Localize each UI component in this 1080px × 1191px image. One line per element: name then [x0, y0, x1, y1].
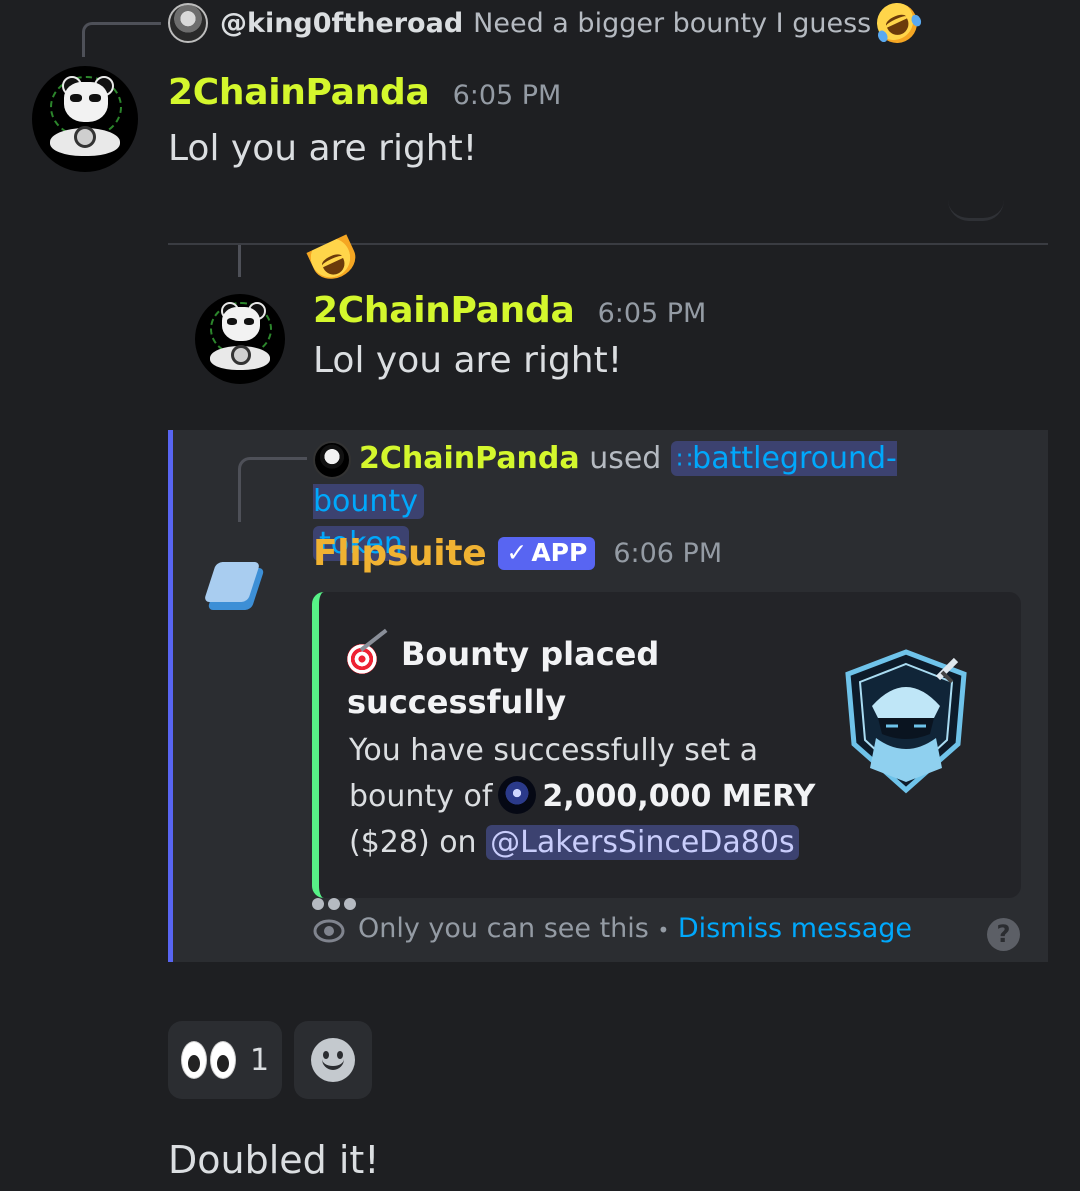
dismiss-message-link[interactable]: Dismiss message	[678, 913, 912, 944]
embed-title: Bounty placed successfully	[347, 628, 787, 726]
message-text: Lol you are right!	[168, 128, 478, 169]
reaction-count: 1	[249, 1042, 270, 1078]
bounty-amount: 2,000,000 MERY	[542, 779, 816, 814]
eyes-icon	[180, 1041, 236, 1079]
verified-check-icon: ✓	[506, 538, 528, 567]
message-divider	[168, 243, 1048, 245]
reaction-eyes[interactable]: 1	[168, 1021, 282, 1099]
avatar[interactable]	[32, 66, 138, 172]
separator: •	[657, 918, 670, 942]
help-icon[interactable]: ?	[987, 918, 1020, 951]
username[interactable]: 2ChainPanda	[313, 290, 575, 331]
avatar[interactable]	[195, 294, 285, 384]
command-icon: ∷	[676, 446, 693, 474]
embed-title-line2: successfully	[347, 683, 567, 721]
interaction-spine	[238, 457, 307, 522]
interaction-username[interactable]: 2ChainPanda	[359, 441, 580, 476]
bounty-price: ($28) on	[349, 825, 477, 860]
more-dots-icon[interactable]	[312, 898, 356, 910]
username[interactable]: 2ChainPanda	[168, 72, 430, 113]
only-you-text: Only you can see this	[358, 913, 649, 944]
bot-header: Flipsuite ✓ APP 6:06 PM	[313, 533, 722, 574]
rofl-emoji-icon	[870, 0, 924, 50]
timestamp: 6:06 PM	[613, 538, 723, 569]
reply-spine	[82, 22, 161, 57]
used-label: used	[589, 441, 662, 476]
add-reaction-button[interactable]	[294, 1021, 372, 1099]
dart-icon	[347, 628, 391, 674]
message-header: 2ChainPanda 6:05 PM	[168, 72, 561, 113]
reply-username[interactable]: @king0ftheroad	[220, 8, 463, 39]
reply-text: Need a bigger bounty I guess	[473, 7, 872, 39]
add-reaction-icon	[311, 1038, 355, 1082]
flipsuite-avatar[interactable]	[203, 560, 272, 612]
message-text: Doubled it!	[168, 1138, 380, 1182]
message-header: 2ChainPanda 6:05 PM	[313, 290, 706, 331]
interaction-avatar[interactable]	[313, 440, 351, 479]
reply-reference[interactable]: @king0ftheroad Need a bigger bounty I gu…	[168, 0, 924, 50]
eye-icon	[313, 919, 345, 943]
app-badge: ✓ APP	[498, 537, 596, 570]
message-text: Lol you are right!	[313, 340, 623, 381]
ephemeral-note: Only you can see this • Dismiss message	[358, 913, 912, 944]
timestamp: 6:05 PM	[597, 298, 707, 329]
embed-bounty-of: bounty of	[349, 779, 493, 814]
scroll-shadow	[948, 200, 1004, 221]
app-badge-label: APP	[531, 538, 588, 567]
mery-coin-icon	[498, 775, 537, 814]
reply-avatar[interactable]	[168, 3, 208, 43]
embed-description: You have successfully set a bounty of 2,0…	[349, 728, 819, 866]
timestamp: 6:05 PM	[452, 80, 562, 111]
bot-username[interactable]: Flipsuite	[313, 533, 487, 574]
embed-title-line1: Bounty placed	[401, 635, 660, 673]
embed-desc-line1: You have successfully set a	[349, 733, 759, 768]
reply-spine-short	[238, 245, 241, 277]
embed-thumbnail[interactable]	[838, 648, 974, 794]
user-mention[interactable]: @LakersSinceDa80s	[486, 825, 799, 860]
